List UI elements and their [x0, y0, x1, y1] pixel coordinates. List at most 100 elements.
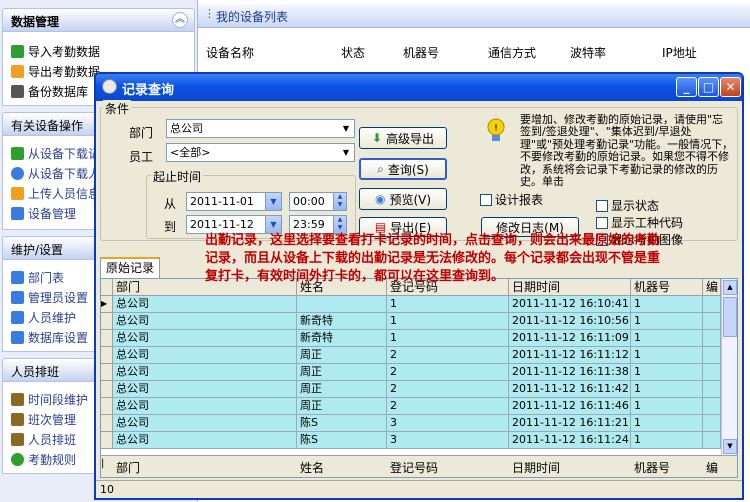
- table-cell: [703, 330, 721, 347]
- device-list-title: 我的设备列表: [216, 10, 289, 24]
- from-time-value: 00:00: [293, 195, 325, 208]
- grid-col-header[interactable]: 编: [703, 279, 721, 296]
- dept-label: 部门: [129, 126, 154, 140]
- row-indicator[interactable]: ▶: [101, 296, 113, 313]
- sidebar-item-export[interactable]: 导出考勤数据: [11, 62, 100, 80]
- table-cell: 陈S: [297, 432, 387, 449]
- row-indicator[interactable]: [101, 398, 113, 415]
- scroll-up-icon[interactable]: ▲: [723, 280, 737, 295]
- query-button[interactable]: ⌕ 查询(S): [359, 158, 447, 180]
- table-cell: 周正: [297, 398, 387, 415]
- col-header[interactable]: 机器号: [403, 44, 439, 62]
- backup-database-icon: [11, 84, 24, 98]
- col-header[interactable]: 通信方式: [488, 44, 536, 62]
- sidebar-item-label: 人员排班: [28, 432, 77, 447]
- show-work-code-checkbox[interactable]: 显示工种代码: [596, 214, 683, 231]
- row-indicator[interactable]: [101, 347, 113, 364]
- dept-select[interactable]: 总公司 ▼: [166, 119, 355, 138]
- table-cell: 1: [387, 313, 509, 330]
- table-cell: [703, 415, 721, 432]
- row-indicator[interactable]: [101, 415, 113, 432]
- sidebar-item-rules[interactable]: 考勤规则: [11, 450, 76, 468]
- close-icon[interactable]: ✕: [720, 77, 741, 97]
- row-indicator[interactable]: [101, 381, 113, 398]
- advanced-export-button[interactable]: ⬇ 高级导出: [359, 127, 447, 149]
- staff-select[interactable]: <全部> ▼: [166, 143, 355, 162]
- sidebar-item-department[interactable]: 部门表: [11, 268, 64, 286]
- vertical-scrollbar[interactable]: ▲ ▼: [721, 279, 737, 455]
- scroll-thumb[interactable]: [723, 297, 737, 337]
- table-row[interactable]: 总公司 陈S 3 2011-11-12 16:11:21 1: [101, 415, 721, 432]
- collapse-chevron-icon[interactable]: ︽: [172, 12, 188, 28]
- from-time-spinner[interactable]: 00:00 ▲ ▼: [289, 192, 347, 211]
- col-header[interactable]: IP地址: [662, 44, 697, 62]
- sidebar-item-label: 上传人员信息: [28, 186, 101, 201]
- show-status-checkbox[interactable]: 显示状态: [596, 197, 659, 214]
- checkbox-box[interactable]: [480, 193, 492, 206]
- col-header[interactable]: 波特率: [570, 44, 606, 62]
- table-row[interactable]: ▶ 总公司 1 2011-11-12 16:10:41 1: [101, 296, 721, 313]
- sidebar-item-device-mgmt[interactable]: 设备管理: [11, 204, 76, 222]
- preview-button[interactable]: ◉ 预览(V): [359, 188, 447, 210]
- table-row[interactable]: 总公司 周正 2 2011-11-12 16:11:12 1: [101, 347, 721, 364]
- sidebar-item-label: 时间段维护: [28, 392, 89, 407]
- from-date-picker[interactable]: 2011-11-01 ▼: [186, 192, 282, 211]
- row-indicator[interactable]: [101, 313, 113, 330]
- col-header[interactable]: 设备名称: [206, 44, 254, 62]
- sidebar-item-admin[interactable]: 管理员设置: [11, 288, 88, 306]
- table-row[interactable]: 总公司 新奇特 1 2011-11-12 16:10:56 1: [101, 313, 721, 330]
- table-cell: 2011-11-12 16:11:24: [509, 432, 631, 449]
- sidebar-item-shift[interactable]: 班次管理: [11, 410, 76, 428]
- row-indicator[interactable]: [101, 432, 113, 449]
- scroll-down-icon[interactable]: ▼: [723, 439, 737, 454]
- table-row[interactable]: 总公司 新奇特 1 2011-11-12 16:11:09 1: [101, 330, 721, 347]
- staff-label: 员工: [129, 150, 154, 164]
- sidebar-item-backup[interactable]: 备份数据库: [11, 82, 88, 100]
- from-date-value: 2011-11-01: [190, 195, 254, 208]
- schedule-icon: [11, 432, 24, 446]
- table-cell: 总公司: [113, 347, 297, 364]
- footer-indicator: |: [101, 458, 105, 469]
- dialog-titlebar[interactable]: 记录查询 _ □ ✕: [96, 74, 742, 101]
- table-row[interactable]: 总公司 周正 2 2011-11-12 16:11:46 1: [101, 398, 721, 415]
- to-date-value: 2011-11-12: [190, 218, 254, 231]
- sidebar-item-import[interactable]: 导入考勤数据: [11, 42, 100, 60]
- table-cell: 2011-11-12 16:11:12: [509, 347, 631, 364]
- table-row[interactable]: 总公司 陈S 3 2011-11-12 16:11:24 1: [101, 432, 721, 449]
- sidebar-item-schedule[interactable]: 人员排班: [11, 430, 76, 448]
- dropdown-arrow-icon[interactable]: ▼: [338, 120, 354, 137]
- dialog-title: 记录查询: [122, 83, 175, 98]
- tab-raw-records[interactable]: 原始记录: [100, 257, 160, 278]
- row-indicator-header: [101, 279, 113, 296]
- calendar-dropdown-icon[interactable]: ▼: [265, 193, 281, 210]
- grid-footer-row: | 部门 姓名 登记号码 日期时间 机器号 编: [101, 455, 737, 477]
- calendar-dropdown-icon[interactable]: ▼: [265, 216, 281, 233]
- spinner-arrows-icon[interactable]: ▲ ▼: [333, 193, 346, 210]
- section-header-data-management[interactable]: 数据管理 ︽: [2, 8, 195, 32]
- admin-icon: [11, 290, 24, 304]
- button-label: 查询(S): [387, 162, 429, 177]
- checkbox-box[interactable]: [596, 199, 608, 212]
- sidebar-item-time-period[interactable]: 时间段维护: [11, 390, 88, 408]
- table-cell: 2011-11-12 16:11:46: [509, 398, 631, 415]
- maximize-icon[interactable]: □: [698, 77, 719, 97]
- dept-select-value: 总公司: [170, 122, 203, 135]
- footer-col: 登记号码: [390, 461, 439, 475]
- grip-icon: ⋮: [204, 7, 215, 20]
- table-cell: 总公司: [113, 313, 297, 330]
- sidebar-item-database[interactable]: 数据库设置: [11, 328, 88, 346]
- table-row[interactable]: 总公司 周正 2 2011-11-12 16:11:38 1: [101, 364, 721, 381]
- minimize-icon[interactable]: _: [676, 77, 697, 97]
- row-indicator[interactable]: [101, 364, 113, 381]
- tip-text: 要增加、修改考勤的原始记录，请使用"忘签到/签退处理"、"集体迟到/早退处理"或…: [520, 114, 734, 188]
- design-report-checkbox[interactable]: 设计报表: [480, 191, 543, 208]
- spinner-arrows-icon[interactable]: ▲ ▼: [333, 216, 346, 233]
- sidebar-item-upload-users[interactable]: 上传人员信息: [11, 184, 100, 202]
- table-row[interactable]: 总公司 周正 2 2011-11-12 16:11:42 1: [101, 381, 721, 398]
- annotation-text: 出勤记录，这里选择要查看打卡记录的时间，点击查询，则会出来最原始的考勤记录，而且…: [205, 233, 661, 284]
- col-header[interactable]: 状态: [341, 44, 365, 62]
- checkbox-box[interactable]: [596, 216, 608, 229]
- row-indicator[interactable]: [101, 330, 113, 347]
- dropdown-arrow-icon[interactable]: ▼: [338, 144, 354, 161]
- sidebar-item-users[interactable]: 人员维护: [11, 308, 76, 326]
